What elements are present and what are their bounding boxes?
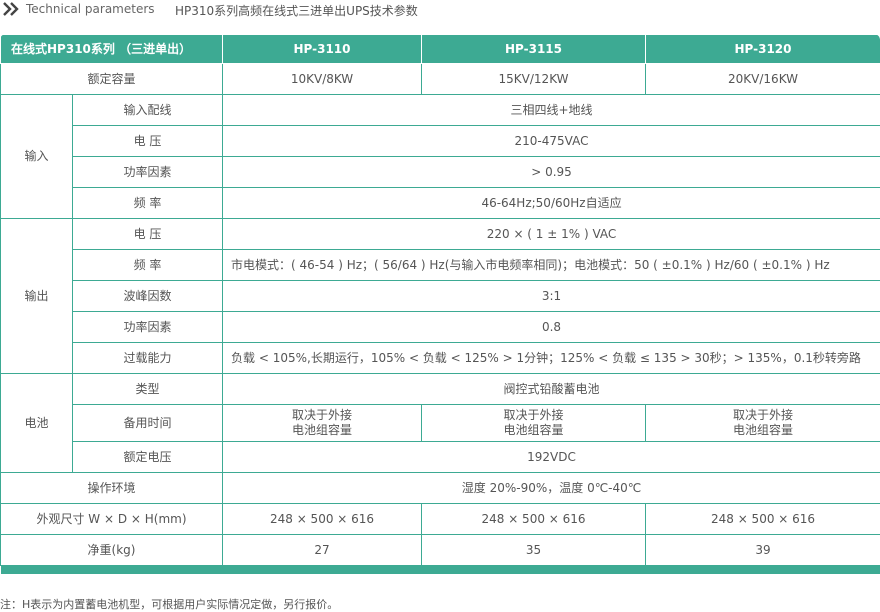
cell-value: 取决于外接 电池组容量 xyxy=(223,405,422,442)
row-label: 外观尺寸 W × D × H(mm) xyxy=(1,504,223,535)
row-label: 净重(kg) xyxy=(1,535,223,566)
cell-value: 248 × 500 × 616 xyxy=(646,504,880,535)
cell-value: 39 xyxy=(646,535,880,566)
table-row: 过载能力 负载 < 105%,长期运行，105% < 负载 < 125% > 1… xyxy=(1,343,880,374)
row-label: 功率因素 xyxy=(73,312,223,343)
table-row: 频 率 46-64Hz;50/60Hz自适应 xyxy=(1,188,880,219)
cell-line: 取决于外接 xyxy=(422,408,645,423)
cell-line: 电池组容量 xyxy=(646,423,880,438)
row-label: 备用时间 xyxy=(73,405,223,442)
cell-line: 取决于外接 xyxy=(646,408,880,423)
table-row: 功率因素 0.8 xyxy=(1,312,880,343)
row-label: 额定电压 xyxy=(73,442,223,473)
footer-bar-cell xyxy=(1,566,880,575)
table-footer-bar xyxy=(1,566,880,575)
page-header: Technical parameters HP310系列高频在线式三进单出UPS… xyxy=(0,0,880,22)
series-header: 在线式HP310系列 （三进单出） xyxy=(1,35,223,64)
table-row: 净重(kg) 27 35 39 xyxy=(1,535,880,566)
english-title: Technical parameters xyxy=(26,2,155,16)
cell-value: 15KV/12KW xyxy=(422,64,646,95)
row-label: 波峰因数 xyxy=(73,281,223,312)
cell-value: 35 xyxy=(422,535,646,566)
cell-value: 210-475VAC xyxy=(223,126,880,157)
table-row: 外观尺寸 W × D × H(mm) 248 × 500 × 616 248 ×… xyxy=(1,504,880,535)
table-header-row: 在线式HP310系列 （三进单出） HP-3110 HP-3115 HP-312… xyxy=(1,35,880,64)
cell-value: 湿度 20%-90%，温度 0℃-40℃ xyxy=(223,473,880,504)
table-row: 功率因素 > 0.95 xyxy=(1,157,880,188)
row-label: 类型 xyxy=(73,374,223,405)
table-row: 备用时间 取决于外接 电池组容量 取决于外接 电池组容量 取决于外接 电池组容量 xyxy=(1,405,880,442)
row-label: 操作环境 xyxy=(1,473,223,504)
table-row: 电 压 210-475VAC xyxy=(1,126,880,157)
row-label: 过载能力 xyxy=(73,343,223,374)
row-label: 功率因素 xyxy=(73,157,223,188)
group-label: 电池 xyxy=(1,374,73,473)
row-label: 额定容量 xyxy=(1,64,223,95)
cell-line: 电池组容量 xyxy=(223,423,421,438)
row-label: 频 率 xyxy=(73,188,223,219)
double-chevron-right-icon xyxy=(2,2,20,16)
table-row: 操作环境 湿度 20%-90%，温度 0℃-40℃ xyxy=(1,473,880,504)
table-row: 电池 类型 阀控式铅酸蓄电池 xyxy=(1,374,880,405)
cell-value: 10KV/8KW xyxy=(223,64,422,95)
cell-value: 220 × ( 1 ± 1% ) VAC xyxy=(223,219,880,250)
cell-value: 27 xyxy=(223,535,422,566)
cell-line: 电池组容量 xyxy=(422,423,645,438)
cell-value: 3:1 xyxy=(223,281,880,312)
cell-value: 取决于外接 电池组容量 xyxy=(646,405,880,442)
cell-value: 192VDC xyxy=(223,442,880,473)
cell-value: 0.8 xyxy=(223,312,880,343)
cell-line: 取决于外接 xyxy=(223,408,421,423)
row-label: 电 压 xyxy=(73,126,223,157)
group-label: 输出 xyxy=(1,219,73,374)
cell-value: 248 × 500 × 616 xyxy=(422,504,646,535)
model-header: HP-3115 xyxy=(422,35,646,64)
table-row: 频 率 市电模式：( 46-54 ) Hz；( 56/64 ) Hz(与输入市电… xyxy=(1,250,880,281)
table-row: 输出 电 压 220 × ( 1 ± 1% ) VAC xyxy=(1,219,880,250)
model-header: HP-3110 xyxy=(223,35,422,64)
row-label: 电 压 xyxy=(73,219,223,250)
cell-value: 市电模式：( 46-54 ) Hz；( 56/64 ) Hz(与输入市电频率相同… xyxy=(223,250,880,281)
table-row: 输入 输入配线 三相四线+地线 xyxy=(1,95,880,126)
cell-value: 46-64Hz;50/60Hz自适应 xyxy=(223,188,880,219)
spec-table: 在线式HP310系列 （三进单出） HP-3110 HP-3115 HP-312… xyxy=(0,34,880,574)
table-row: 额定电压 192VDC xyxy=(1,442,880,473)
cell-value: 负载 < 105%,长期运行，105% < 负载 < 125% > 1分钟；12… xyxy=(223,343,880,374)
cell-value: 三相四线+地线 xyxy=(223,95,880,126)
cell-value: 阀控式铅酸蓄电池 xyxy=(223,374,880,405)
model-header: HP-3120 xyxy=(646,35,880,64)
row-label: 频 率 xyxy=(73,250,223,281)
cell-value: 取决于外接 电池组容量 xyxy=(422,405,646,442)
cell-value: 20KV/16KW xyxy=(646,64,880,95)
chinese-title: HP310系列高频在线式三进单出UPS技术参数 xyxy=(175,2,418,19)
cell-value: 248 × 500 × 616 xyxy=(223,504,422,535)
table-row: 额定容量 10KV/8KW 15KV/12KW 20KV/16KW xyxy=(1,64,880,95)
spec-table-wrapper: 在线式HP310系列 （三进单出） HP-3110 HP-3115 HP-312… xyxy=(0,34,880,581)
cell-value: > 0.95 xyxy=(223,157,880,188)
table-row: 波峰因数 3:1 xyxy=(1,281,880,312)
group-label: 输入 xyxy=(1,95,73,219)
row-label: 输入配线 xyxy=(73,95,223,126)
